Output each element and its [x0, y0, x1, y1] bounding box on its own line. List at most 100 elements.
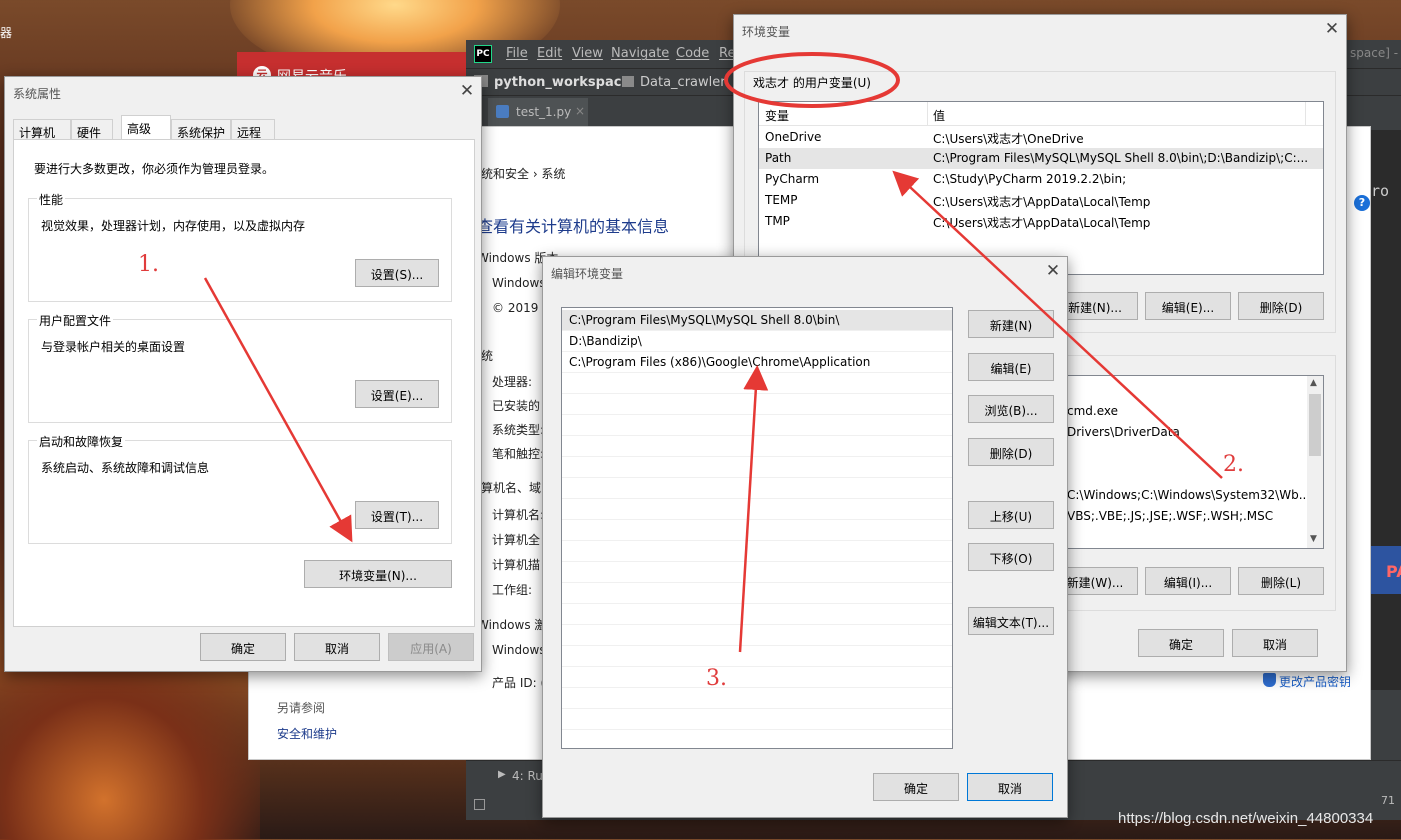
layout-toggle-icon[interactable]	[474, 799, 485, 810]
apply-button[interactable]: 应用(A)	[388, 633, 474, 661]
empty-row[interactable]	[562, 520, 952, 541]
group-label-startup-recovery: 启动和故障恢复	[37, 433, 126, 450]
close-icon[interactable]: ✕	[1041, 261, 1065, 281]
change-product-key-link[interactable]: 更改产品密钥	[1279, 673, 1351, 690]
empty-row[interactable]	[562, 667, 952, 688]
user-variables-label: 戏志才 的用户变量(U)	[753, 76, 871, 90]
close-icon[interactable]: ✕	[455, 81, 479, 101]
scroll-up-icon[interactable]: ▲	[1310, 378, 1317, 388]
path-entry-selected[interactable]: C:\Program Files\MySQL\MySQL Shell 8.0\b…	[562, 310, 952, 331]
empty-row[interactable]	[562, 415, 952, 436]
row-system-type: 系统类型:	[492, 423, 545, 437]
menu-view[interactable]: View	[572, 46, 603, 61]
empty-row[interactable]	[562, 709, 952, 730]
column-header-value[interactable]: 值	[933, 107, 945, 124]
windows-edition-value: Windows	[492, 276, 546, 290]
list-row[interactable]: PyCharm C:\Study\PyCharm 2019.2.2\bin;	[759, 169, 1323, 190]
ide-side-banner: PA	[1368, 546, 1401, 594]
empty-row[interactable]	[562, 583, 952, 604]
run-icon[interactable]: ▶	[498, 769, 506, 780]
list-row[interactable]: OneDrive C:\Users\戏志才\OneDrive	[759, 127, 1323, 148]
column-divider[interactable]	[927, 102, 928, 126]
close-icon[interactable]: ×	[575, 104, 585, 118]
path-entries-list[interactable]: C:\Program Files\MySQL\MySQL Shell 8.0\b…	[561, 307, 953, 749]
column-header-variable[interactable]: 变量	[765, 107, 789, 124]
tab-system-protection[interactable]: 系统保护	[171, 119, 231, 141]
tab-panel-advanced: 要进行大多数更改，你必须作为管理员登录。 性能 视觉效果，处理器计划，内存使用，…	[13, 139, 475, 627]
startup-recovery-settings-button[interactable]: 设置(T)...	[355, 501, 439, 529]
row-workgroup: 工作组:	[492, 583, 533, 597]
menu-file[interactable]: File	[506, 46, 528, 61]
help-icon[interactable]: ?	[1354, 195, 1370, 211]
empty-row[interactable]	[562, 604, 952, 625]
ok-button[interactable]: 确定	[873, 773, 959, 801]
empty-row[interactable]	[562, 688, 952, 709]
empty-row[interactable]	[562, 394, 952, 415]
edit-environment-variable-dialog[interactable]: 编辑环境变量 ✕ C:\Program Files\MySQL\MySQL Sh…	[542, 256, 1068, 818]
system-properties-dialog[interactable]: 系统属性 ✕ 计算机名 硬件 高级 系统保护 远程 要进行大多数更改，你必须作为…	[4, 76, 482, 672]
ok-button[interactable]: 确定	[1138, 629, 1224, 657]
dialog-title: 系统属性	[13, 87, 62, 101]
environment-variables-button[interactable]: 环境变量(N)...	[304, 560, 452, 588]
var-value: C:\Users\戏志才\OneDrive	[933, 132, 1084, 146]
empty-row[interactable]	[562, 457, 952, 478]
security-maintenance-link[interactable]: 安全和维护	[277, 725, 337, 742]
shield-icon	[1263, 673, 1276, 687]
close-icon[interactable]: ✕	[1320, 19, 1344, 39]
breadcrumb-project[interactable]: python_workspace	[494, 75, 630, 90]
empty-row[interactable]	[562, 625, 952, 646]
scroll-down-icon[interactable]: ▼	[1310, 534, 1317, 544]
ok-button[interactable]: 确定	[200, 633, 286, 661]
browse-button[interactable]: 浏览(B)...	[968, 395, 1054, 423]
performance-settings-button[interactable]: 设置(S)...	[355, 259, 439, 287]
edit-button[interactable]: 编辑(E)	[968, 353, 1054, 381]
ide-title-fragment: space] -	[1350, 46, 1399, 60]
edit-text-button[interactable]: 编辑文本(T)...	[968, 607, 1054, 635]
empty-row[interactable]	[562, 646, 952, 667]
empty-row[interactable]	[562, 541, 952, 562]
empty-row[interactable]	[562, 436, 952, 457]
editor-tab[interactable]: test_1.py ×	[488, 98, 588, 126]
move-down-button[interactable]: 下移(O)	[968, 543, 1054, 571]
path-entry[interactable]: D:\Bandizip\	[562, 331, 952, 352]
empty-row[interactable]	[562, 499, 952, 520]
empty-row[interactable]	[562, 478, 952, 499]
list-row[interactable]: TMP C:\Users\戏志才\AppData\Local\Temp	[759, 211, 1323, 232]
empty-row[interactable]	[562, 373, 952, 394]
column-divider[interactable]	[1305, 102, 1306, 126]
user-variables-list[interactable]: 变量 值 OneDrive C:\Users\戏志才\OneDrive Path…	[758, 101, 1324, 275]
tab-computer-name[interactable]: 计算机名	[13, 119, 71, 157]
system-delete-button[interactable]: 删除(L)	[1238, 567, 1324, 595]
move-up-button[interactable]: 上移(U)	[968, 501, 1054, 529]
scrollbar[interactable]: ▲ ▼	[1307, 376, 1323, 548]
user-edit-button[interactable]: 编辑(E)...	[1145, 292, 1231, 320]
menu-edit[interactable]: Edit	[537, 46, 562, 61]
user-delete-button[interactable]: 删除(D)	[1238, 292, 1324, 320]
cancel-button[interactable]: 取消	[1232, 629, 1318, 657]
cancel-button[interactable]: 取消	[967, 773, 1053, 801]
system-breadcrumb[interactable]: 统和安全 › 系统	[481, 165, 565, 182]
empty-row[interactable]	[562, 730, 952, 748]
user-profiles-settings-button[interactable]: 设置(E)...	[355, 380, 439, 408]
empty-row[interactable]	[562, 562, 952, 583]
menu-code[interactable]: Code	[676, 46, 709, 61]
row-description: 计算机描	[492, 558, 541, 572]
tab-advanced[interactable]: 高级	[121, 115, 171, 141]
path-entry[interactable]: C:\Program Files (x86)\Google\Chrome\App…	[562, 352, 952, 373]
user-profiles-desc: 与登录帐户相关的桌面设置	[41, 340, 186, 354]
desktop-icon-label[interactable]: 器	[0, 24, 12, 41]
delete-button[interactable]: 删除(D)	[968, 438, 1054, 466]
breadcrumb-folder[interactable]: Data_crawler	[640, 75, 726, 90]
product-id: 产品 ID: (	[492, 676, 546, 690]
cancel-button[interactable]: 取消	[294, 633, 380, 661]
python-file-icon	[496, 105, 509, 118]
scrollbar-thumb[interactable]	[1309, 394, 1321, 456]
system-edit-button[interactable]: 编辑(I)...	[1145, 567, 1231, 595]
var-value: Drivers\DriverData	[1067, 425, 1180, 439]
list-row-selected[interactable]: Path C:\Program Files\MySQL\MySQL Shell …	[759, 148, 1323, 169]
list-row[interactable]: TEMP C:\Users\戏志才\AppData\Local\Temp	[759, 190, 1323, 211]
new-button[interactable]: 新建(N)	[968, 310, 1054, 338]
tab-remote[interactable]: 远程	[231, 119, 275, 141]
menu-navigate[interactable]: Navigate	[611, 46, 669, 61]
tab-hardware[interactable]: 硬件	[71, 119, 113, 141]
